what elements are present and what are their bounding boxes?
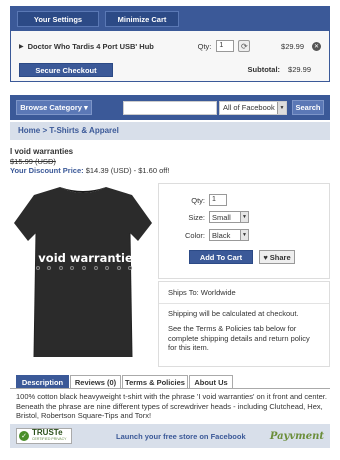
original-price: $15.99 (USD) bbox=[10, 157, 56, 166]
expand-triangle-icon[interactable]: ▶ bbox=[19, 43, 24, 50]
refresh-icon[interactable]: ⟳ bbox=[238, 40, 251, 52]
cart-item-row: ▶ Doctor Who Tardis 4 Port USB' Hub Qty:… bbox=[19, 39, 321, 53]
tshirt-graphic bbox=[14, 187, 152, 358]
truste-badge[interactable]: ✓ TRUSTe CERTIFIED PRIVACY bbox=[16, 428, 72, 444]
terms-text: See the Terms & Policies tab below for c… bbox=[168, 324, 310, 352]
color-label: Color: bbox=[184, 230, 205, 240]
browse-bar: Browse Category ▾ All of Facebook ▼ Sear… bbox=[10, 95, 330, 120]
browse-category-button[interactable]: Browse Category ▾ bbox=[16, 100, 92, 115]
shipping-text: Shipping will be calculated at checkout. bbox=[168, 308, 299, 318]
secure-checkout-button[interactable]: Secure Checkout bbox=[19, 63, 113, 77]
chevron-down-icon: ▼ bbox=[240, 212, 248, 222]
tab-divider bbox=[10, 388, 330, 389]
cart-toolbar: Your Settings Minimize Cart bbox=[11, 7, 329, 31]
cart-qty-input[interactable]: 1 bbox=[216, 40, 235, 52]
product-title: I void warranties bbox=[10, 147, 74, 156]
color-select[interactable]: Black ▼ bbox=[209, 229, 249, 241]
search-scope-select[interactable]: All of Facebook ▼ bbox=[219, 100, 287, 115]
cart-panel: Your Settings Minimize Cart ▶ Doctor Who… bbox=[10, 6, 330, 82]
search-button[interactable]: Search bbox=[292, 100, 324, 115]
product-tabs: Description Reviews (0) Terms & Policies… bbox=[16, 375, 234, 388]
ships-to-text: Ships To: Worldwide bbox=[168, 288, 236, 297]
subtotal-value: $29.99 bbox=[288, 65, 311, 74]
chevron-down-icon: ▼ bbox=[277, 101, 286, 114]
search-scope-value: All of Facebook bbox=[223, 103, 275, 112]
qty-label: Qty: bbox=[191, 195, 205, 205]
check-icon: ✓ bbox=[19, 431, 29, 441]
screwdriver-heads-graphic bbox=[32, 266, 136, 270]
breadcrumb[interactable]: Home > T-Shirts & Apparel bbox=[10, 122, 330, 140]
color-row: Color: Black ▼ bbox=[159, 229, 249, 241]
cart-item-name[interactable]: Doctor Who Tardis 4 Port USB' Hub bbox=[28, 42, 198, 51]
size-value: Small bbox=[212, 212, 231, 222]
subtotal-label: Subtotal: bbox=[247, 65, 281, 74]
remove-item-icon[interactable]: ✕ bbox=[312, 41, 321, 51]
share-icon: ♥ bbox=[263, 252, 268, 262]
chevron-down-icon: ▼ bbox=[240, 230, 248, 240]
size-label: Size: bbox=[188, 212, 205, 222]
launch-store-link[interactable]: Launch your free store on Facebook bbox=[116, 432, 246, 441]
cart-qty-label: Qty: bbox=[197, 41, 212, 51]
search-input[interactable] bbox=[123, 100, 217, 115]
size-row: Size: Small ▼ bbox=[159, 211, 249, 223]
share-button[interactable]: ♥ Share bbox=[259, 250, 295, 264]
footer-bar: ✓ TRUSTe CERTIFIED PRIVACY Launch your fr… bbox=[10, 424, 330, 448]
tab-terms-policies[interactable]: Terms & Policies bbox=[122, 375, 188, 388]
add-to-cart-button[interactable]: Add To Cart bbox=[189, 250, 253, 264]
share-label: Share bbox=[269, 252, 291, 262]
discount-price: Your Discount Price: $14.39 (USD) - $1.6… bbox=[10, 166, 169, 175]
size-select[interactable]: Small ▼ bbox=[209, 211, 249, 223]
qty-input[interactable]: 1 bbox=[209, 194, 227, 206]
payvment-logo[interactable]: Payvment bbox=[270, 431, 324, 442]
tab-about-us[interactable]: About Us bbox=[189, 375, 233, 388]
minimize-cart-button[interactable]: Minimize Cart bbox=[105, 11, 179, 27]
cart-item-price: $29.99 bbox=[281, 41, 304, 51]
product-options-panel: Qty: 1 Size: Small ▼ Color: Black ▼ Add … bbox=[158, 183, 330, 279]
your-settings-button[interactable]: Your Settings bbox=[17, 11, 99, 27]
shipping-info-panel: Ships To: Worldwide Shipping will be cal… bbox=[158, 281, 330, 367]
color-value: Black bbox=[212, 230, 231, 240]
cart-subtotal: Subtotal: $29.99 bbox=[248, 65, 311, 74]
qty-row: Qty: 1 bbox=[159, 194, 227, 206]
product-image[interactable]: i void warranties bbox=[12, 183, 154, 360]
tab-description[interactable]: Description bbox=[16, 375, 69, 388]
discount-label: Your Discount Price: bbox=[10, 166, 84, 175]
discount-value: $14.39 (USD) - $1.60 off! bbox=[85, 166, 170, 175]
tab-reviews[interactable]: Reviews (0) bbox=[70, 375, 121, 388]
shirt-print-text: i void warranties bbox=[30, 251, 140, 265]
truste-sub: CERTIFIED PRIVACY bbox=[32, 437, 67, 441]
product-description: 100% cotton black heavyweight t-shirt wi… bbox=[16, 392, 327, 420]
